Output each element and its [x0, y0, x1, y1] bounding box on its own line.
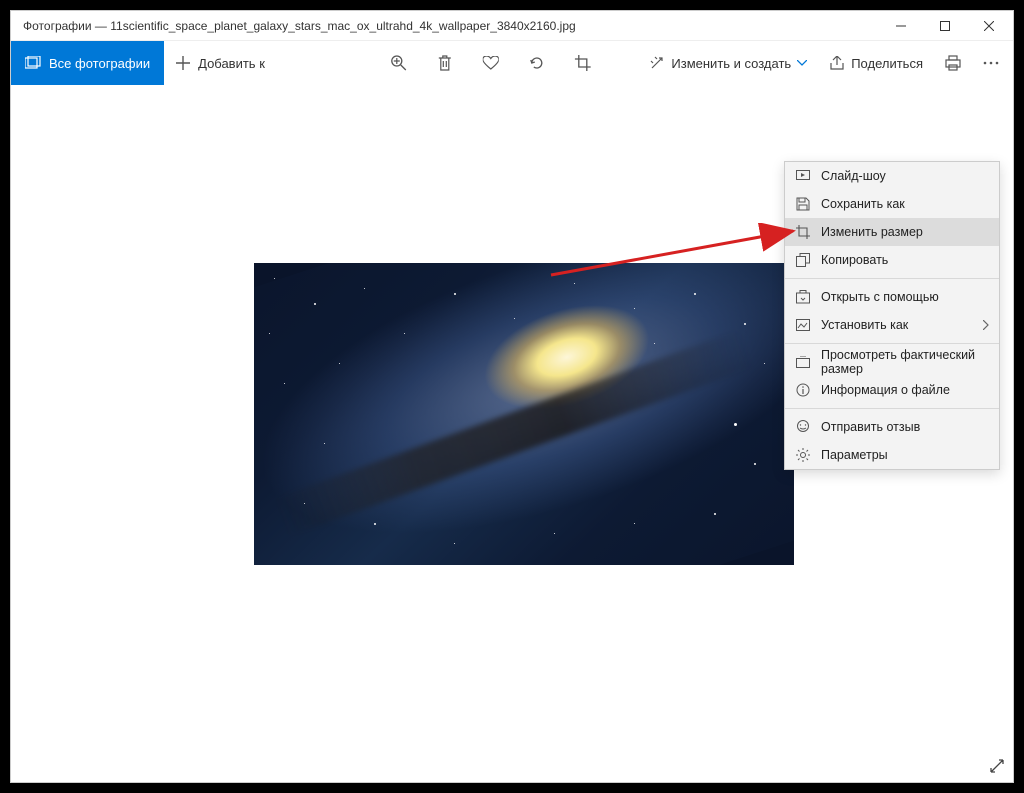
ellipsis-icon — [983, 61, 999, 65]
menu-open-with[interactable]: Открыть с помощью — [785, 283, 999, 311]
slideshow-icon — [795, 168, 811, 184]
favorite-button[interactable] — [477, 49, 505, 77]
menu-copy[interactable]: Копировать — [785, 246, 999, 274]
menu-save-as[interactable]: Сохранить как — [785, 190, 999, 218]
gallery-icon — [25, 56, 41, 70]
minimize-icon — [896, 21, 906, 31]
minimize-button[interactable] — [879, 12, 923, 40]
open-with-icon — [795, 289, 811, 305]
save-icon — [795, 196, 811, 212]
resize-icon — [795, 224, 811, 240]
magic-wand-icon — [649, 55, 665, 71]
resize-handle[interactable] — [989, 758, 1007, 776]
copy-icon — [795, 252, 811, 268]
share-icon — [829, 56, 845, 70]
print-icon — [945, 55, 961, 71]
window-title: Фотографии — 11scientific_space_planet_g… — [23, 19, 879, 33]
menu-slideshow[interactable]: Слайд-шоу — [785, 162, 999, 190]
chevron-down-icon — [797, 60, 807, 66]
more-button[interactable] — [977, 49, 1005, 77]
center-tools — [385, 49, 597, 77]
window-controls — [879, 12, 1011, 40]
set-as-icon — [795, 317, 811, 333]
share-label: Поделиться — [851, 56, 923, 71]
share-button[interactable]: Поделиться — [823, 52, 929, 75]
menu-actual-size[interactable]: Просмотреть фактический размер — [785, 348, 999, 376]
zoom-icon — [391, 55, 407, 71]
all-photos-button[interactable]: Все фотографии — [11, 41, 164, 85]
trash-icon — [438, 55, 452, 71]
rotate-icon — [529, 55, 545, 71]
menu-settings[interactable]: Параметры — [785, 441, 999, 469]
zoom-button[interactable] — [385, 49, 413, 77]
menu-resize[interactable]: Изменить размер — [785, 218, 999, 246]
rotate-button[interactable] — [523, 49, 551, 77]
crop-button[interactable] — [569, 49, 597, 77]
menu-set-as[interactable]: Установить как — [785, 311, 999, 339]
edit-create-label: Изменить и создать — [671, 56, 791, 71]
right-tools: Изменить и создать Поделиться — [643, 49, 1013, 77]
print-button[interactable] — [939, 49, 967, 77]
heart-icon — [483, 56, 499, 70]
plus-icon — [176, 56, 190, 70]
resize-grip-icon — [989, 758, 1005, 774]
titlebar: Фотографии — 11scientific_space_planet_g… — [11, 11, 1013, 41]
menu-send-feedback[interactable]: Отправить отзыв — [785, 413, 999, 441]
chevron-right-icon — [983, 320, 989, 330]
crop-icon — [575, 55, 591, 71]
info-icon — [795, 382, 811, 398]
maximize-icon — [940, 21, 950, 31]
add-to-label: Добавить к — [198, 56, 265, 71]
menu-separator — [785, 343, 999, 344]
menu-separator — [785, 278, 999, 279]
menu-file-info[interactable]: Информация о файле — [785, 376, 999, 404]
toolbar: Все фотографии Добавить к — [11, 41, 1013, 85]
feedback-icon — [795, 419, 811, 435]
maximize-button[interactable] — [923, 12, 967, 40]
gear-icon — [795, 447, 811, 463]
photos-app-window: Фотографии — 11scientific_space_planet_g… — [10, 10, 1014, 783]
menu-separator — [785, 408, 999, 409]
close-icon — [984, 21, 994, 31]
all-photos-label: Все фотографии — [49, 56, 150, 71]
delete-button[interactable] — [431, 49, 459, 77]
add-to-button[interactable]: Добавить к — [164, 41, 277, 85]
content-area: Слайд-шоу Сохранить как Изменить размер … — [11, 85, 1013, 782]
edit-create-button[interactable]: Изменить и создать — [643, 51, 813, 75]
displayed-photo[interactable] — [254, 263, 794, 565]
actual-size-icon — [795, 354, 811, 370]
close-button[interactable] — [967, 12, 1011, 40]
more-menu: Слайд-шоу Сохранить как Изменить размер … — [784, 161, 1000, 470]
